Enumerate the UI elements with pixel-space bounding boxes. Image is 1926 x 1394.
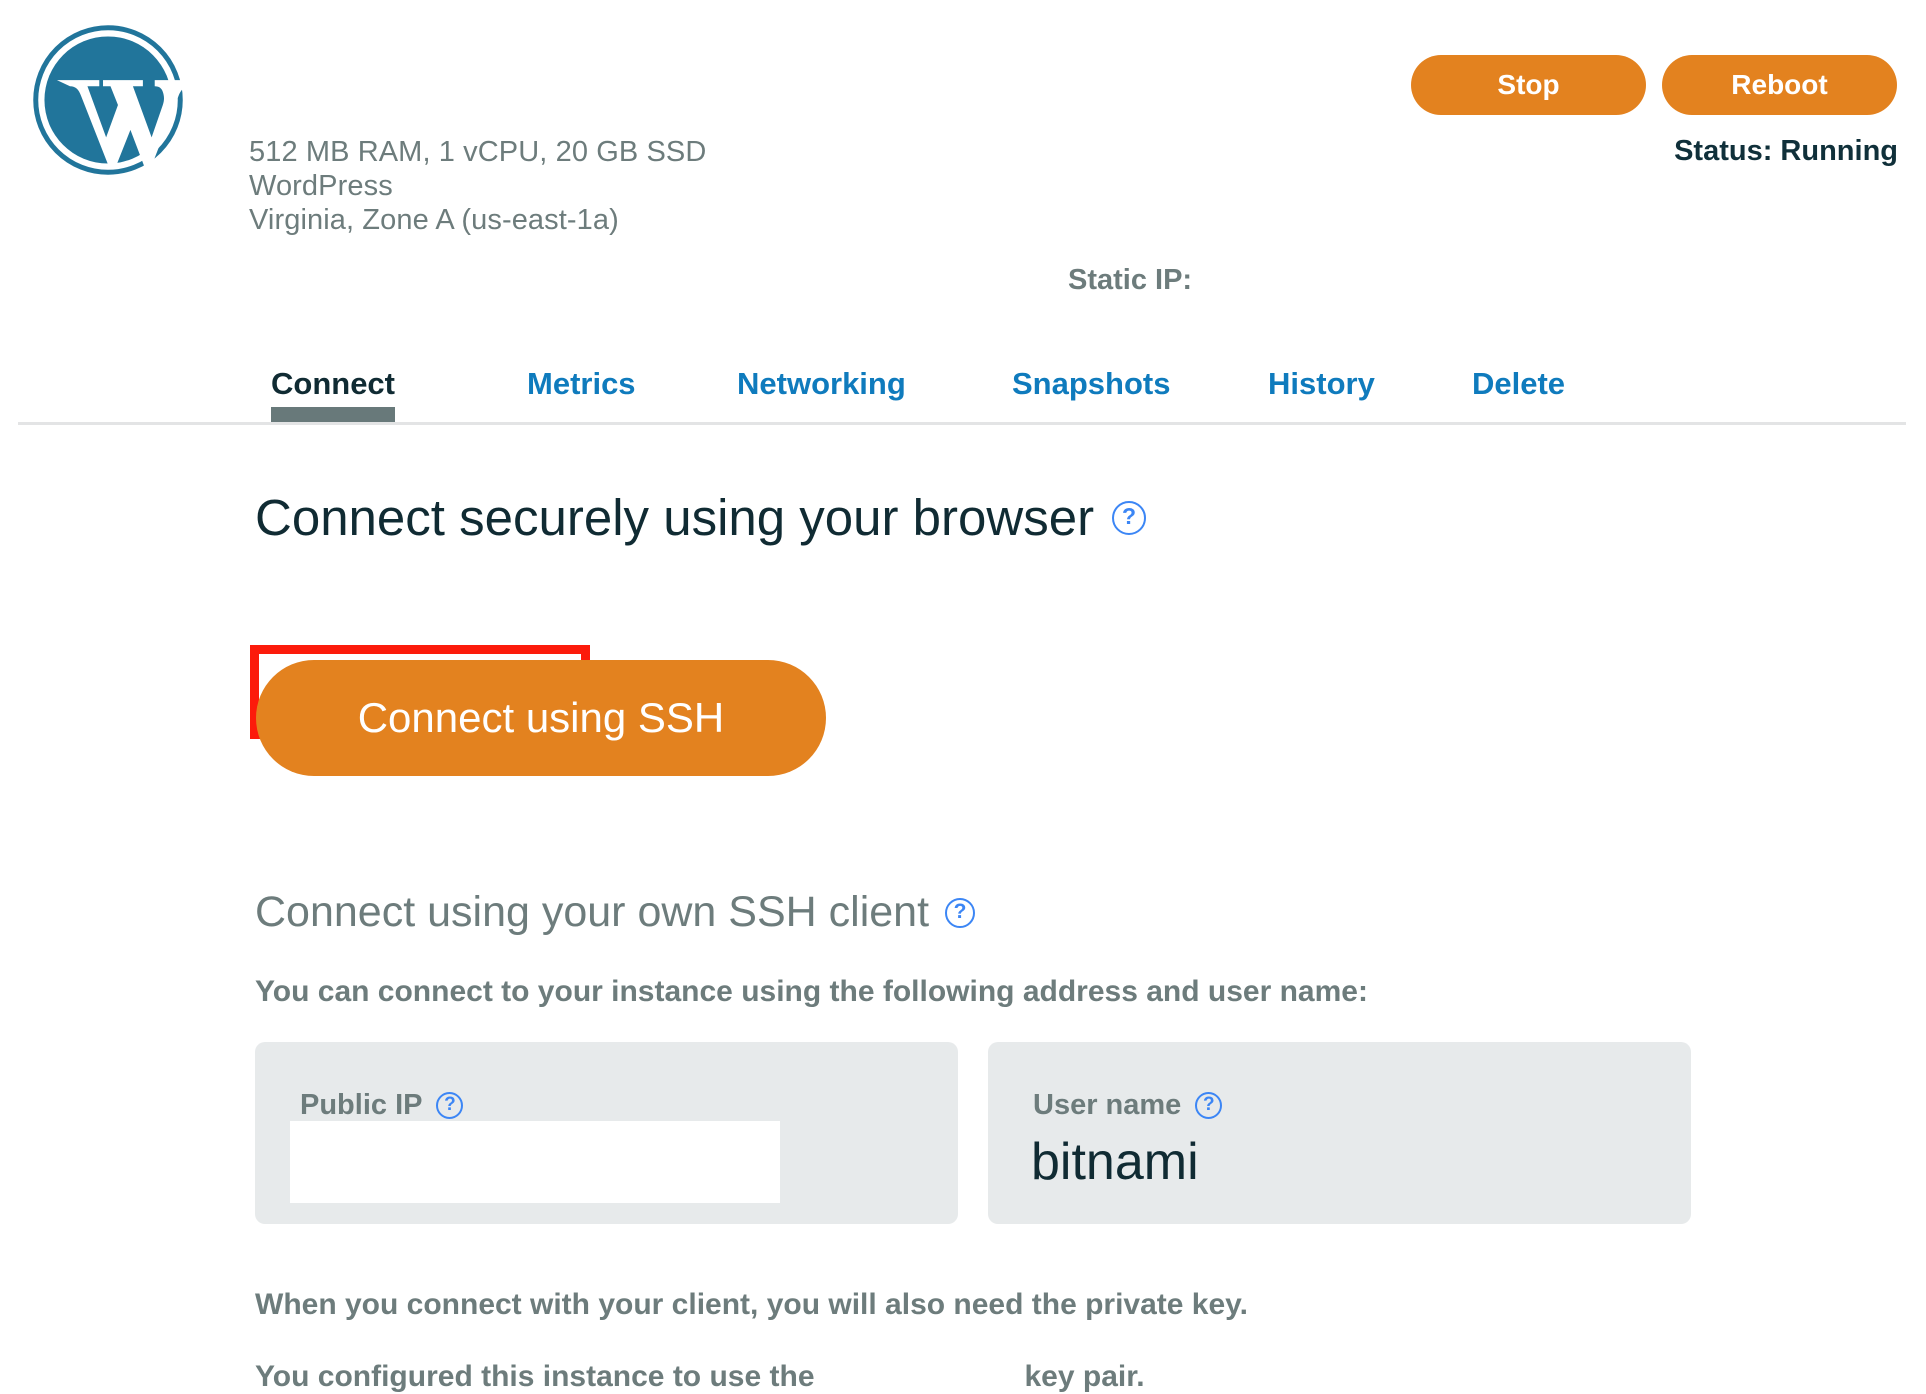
tab-metrics[interactable]: Metrics	[527, 358, 636, 410]
connect-using-ssh-button[interactable]: Connect using SSH	[256, 660, 826, 776]
instance-region: Virginia, Zone A (us-east-1a)	[249, 204, 619, 236]
address-intro-text: You can connect to your instance using t…	[255, 975, 1368, 1008]
tab-metrics-label: Metrics	[527, 366, 636, 401]
help-icon-glyph: ?	[1122, 503, 1137, 529]
browser-heading-text: Connect securely using your browser	[255, 489, 1095, 546]
tab-connect[interactable]: Connect	[271, 358, 395, 424]
instance-specs: 512 MB RAM, 1 vCPU, 20 GB SSD	[249, 136, 707, 168]
static-ip-label: Static IP:	[1068, 264, 1192, 297]
user-name-value: bitnami	[1031, 1133, 1199, 1191]
key-pair-note: You configured this instance to use the k…	[255, 1360, 1145, 1394]
public-ip-redaction	[290, 1121, 780, 1203]
instance-meta: 512 MB RAM, 1 vCPU, 20 GB SSD WordPress …	[249, 135, 706, 237]
user-name-card: User name ? bitnami	[988, 1042, 1691, 1224]
private-key-note: When you connect with your client, you w…	[255, 1288, 1248, 1321]
ssh-client-section-title: Connect using your own SSH client ?	[255, 888, 976, 937]
wordpress-logo-icon	[32, 24, 190, 176]
tab-bar: Connect Metrics Networking Snapshots His…	[0, 358, 1926, 426]
public-ip-label-text: Public IP	[300, 1089, 423, 1121]
tab-history[interactable]: History	[1268, 358, 1375, 410]
key-pair-note-prefix: You configured this instance to use the	[255, 1360, 815, 1393]
help-icon[interactable]: ?	[945, 897, 976, 928]
help-icon-glyph: ?	[1203, 1094, 1215, 1115]
user-name-label-text: User name	[1033, 1089, 1182, 1121]
tab-divider	[18, 422, 1906, 425]
public-ip-card: Public IP ?	[255, 1042, 958, 1224]
tab-snapshots-label: Snapshots	[1012, 366, 1171, 401]
status-label: Status:	[1674, 135, 1773, 167]
status-value: Running	[1780, 135, 1898, 167]
static-ip-label-text: Static IP:	[1068, 264, 1193, 296]
public-ip-label: Public IP ?	[300, 1089, 464, 1122]
help-icon-glyph: ?	[444, 1094, 456, 1115]
help-icon[interactable]: ?	[436, 1092, 464, 1119]
tab-networking[interactable]: Networking	[737, 358, 906, 410]
help-icon[interactable]: ?	[1112, 500, 1147, 535]
ssh-client-heading-text: Connect using your own SSH client	[255, 888, 930, 936]
instance-header: 512 MB RAM, 1 vCPU, 20 GB SSD WordPress …	[0, 0, 1926, 296]
tab-snapshots[interactable]: Snapshots	[1012, 358, 1170, 410]
stop-button[interactable]: Stop	[1411, 55, 1646, 115]
page-title: Connect securely using your browser ?	[255, 488, 1147, 547]
tab-history-label: History	[1268, 366, 1375, 401]
tab-networking-label: Networking	[737, 366, 906, 401]
instance-blueprint: WordPress	[249, 170, 393, 202]
help-icon[interactable]: ?	[1195, 1092, 1223, 1119]
status-badge: Status: Running	[1674, 135, 1898, 168]
tab-delete[interactable]: Delete	[1472, 358, 1565, 410]
key-pair-note-suffix: key pair.	[1024, 1360, 1145, 1393]
tab-delete-label: Delete	[1472, 366, 1566, 401]
reboot-button[interactable]: Reboot	[1662, 55, 1897, 115]
help-icon-glyph: ?	[953, 900, 967, 923]
tab-connect-label: Connect	[271, 366, 395, 401]
user-name-label: User name ?	[1033, 1089, 1223, 1122]
